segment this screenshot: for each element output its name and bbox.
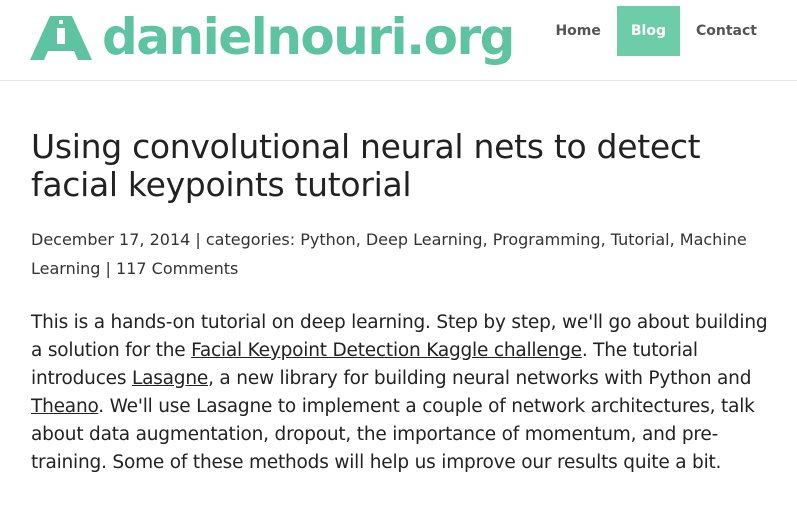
theano-link[interactable]: Theano (31, 396, 98, 417)
lasagne-link[interactable]: Lasagne (132, 368, 208, 389)
nav-contact-link[interactable]: Contact (686, 6, 767, 56)
logo-text: danielnouri.org (102, 8, 515, 66)
nav-blog-link[interactable]: Blog (616, 6, 680, 56)
body-text: . We'll use Lasagne to implement a coupl… (31, 396, 755, 473)
nav-home-link[interactable]: Home (545, 6, 610, 56)
category-separator: , (669, 230, 680, 249)
post-content: Using convolutional neural nets to detec… (31, 128, 771, 496)
kaggle-challenge-link[interactable]: Facial Keypoint Detection Kaggle challen… (191, 340, 582, 361)
category-separator: , (600, 230, 611, 249)
category-separator: , (482, 230, 493, 249)
category-separator: , (355, 230, 366, 249)
category-link-python[interactable]: Python (300, 230, 355, 249)
post-meta: December 17, 2014 | categories: Python, … (31, 225, 771, 283)
post-title: Using convolutional neural nets to detec… (31, 127, 701, 204)
meta-separator: | (100, 259, 117, 278)
post-date: December 17, 2014 (31, 230, 191, 249)
main-nav: Home Blog Contact (545, 6, 767, 56)
comments-link[interactable]: 117 Comments (116, 259, 238, 278)
post-intro-paragraph: This is a hands-on tutorial on deep lear… (31, 309, 771, 477)
category-link-deep-learning[interactable]: Deep Learning (366, 230, 483, 249)
category-link-programming[interactable]: Programming (493, 230, 601, 249)
body-text: , a new library for building neural netw… (208, 368, 752, 389)
meta-separator: | (190, 230, 206, 249)
category-link-tutorial[interactable]: Tutorial (611, 230, 670, 249)
logo-a-mark-icon (30, 16, 92, 60)
site-header: danielnouri.org Home Blog Contact (0, 0, 797, 81)
categories-label: categories: (205, 230, 301, 249)
site-logo-link[interactable]: danielnouri.org (30, 4, 515, 70)
